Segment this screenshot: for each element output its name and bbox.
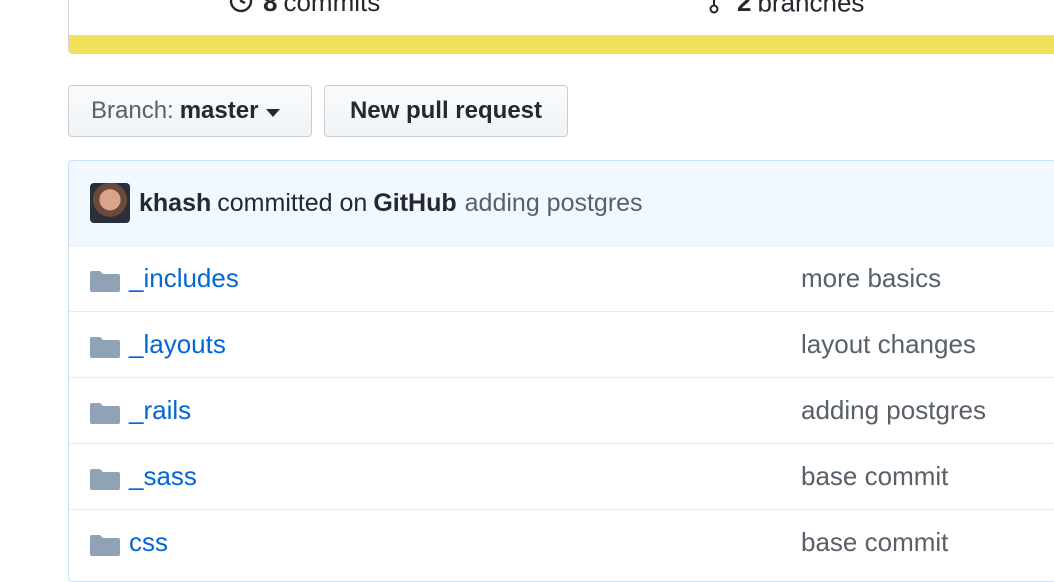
new-pull-request-button[interactable]: New pull request xyxy=(324,85,568,137)
avatar[interactable] xyxy=(90,183,130,223)
committer-name: GitHub xyxy=(373,188,457,217)
folder-icon xyxy=(90,334,120,358)
commit-text: committed on xyxy=(217,188,368,217)
branches-count: 2 xyxy=(737,0,752,18)
file-commit-message-link[interactable]: base commit xyxy=(801,461,948,492)
file-row: _rails adding postgres xyxy=(69,377,1054,444)
branches-label: branches xyxy=(757,0,865,18)
commit-author-link[interactable]: khash xyxy=(139,189,211,218)
file-commit-message-link[interactable]: adding postgres xyxy=(801,395,986,426)
branches-link[interactable]: 2 branches xyxy=(709,0,864,22)
file-row: css base commit xyxy=(69,509,1054,576)
file-name-link[interactable]: _rails xyxy=(129,395,191,426)
history-icon xyxy=(229,0,253,20)
commits-count: 8 xyxy=(263,0,278,17)
branch-select-button[interactable]: Branch: master xyxy=(68,85,312,137)
latest-commit-bar: khash committed on GitHub adding postgre… xyxy=(69,161,1054,246)
branch-value: master xyxy=(179,97,259,124)
caret-down-icon xyxy=(266,108,281,117)
summary-stats: 8 commits 2 branches xyxy=(69,0,1054,35)
file-row: _sass base commit xyxy=(69,443,1054,510)
folder-icon xyxy=(90,466,120,490)
file-row: _includes more basics xyxy=(69,245,1054,312)
commits-link[interactable]: 8 commits xyxy=(229,0,380,20)
file-name-link[interactable]: _includes xyxy=(129,263,239,294)
file-navigation-table: khash committed on GitHub adding postgre… xyxy=(68,160,1054,582)
folder-icon xyxy=(90,400,120,424)
folder-icon xyxy=(90,268,120,292)
git-branch-icon xyxy=(709,0,727,22)
folder-icon xyxy=(90,532,120,556)
file-commit-message-link[interactable]: layout changes xyxy=(801,329,976,360)
file-name-link[interactable]: css xyxy=(129,527,168,558)
file-commit-message-link[interactable]: more basics xyxy=(801,263,941,294)
file-commit-message-link[interactable]: base commit xyxy=(801,527,948,558)
repo-summary: 8 commits 2 branches xyxy=(68,0,1054,54)
commit-message-link[interactable]: adding postgres xyxy=(465,189,643,218)
file-name-link[interactable]: _layouts xyxy=(129,329,226,360)
language-bar[interactable] xyxy=(69,35,1054,53)
file-row: _layouts layout changes xyxy=(69,311,1054,378)
commits-label: commits xyxy=(283,0,381,17)
file-name-link[interactable]: _sass xyxy=(129,461,197,492)
branch-label: Branch: xyxy=(91,97,174,124)
